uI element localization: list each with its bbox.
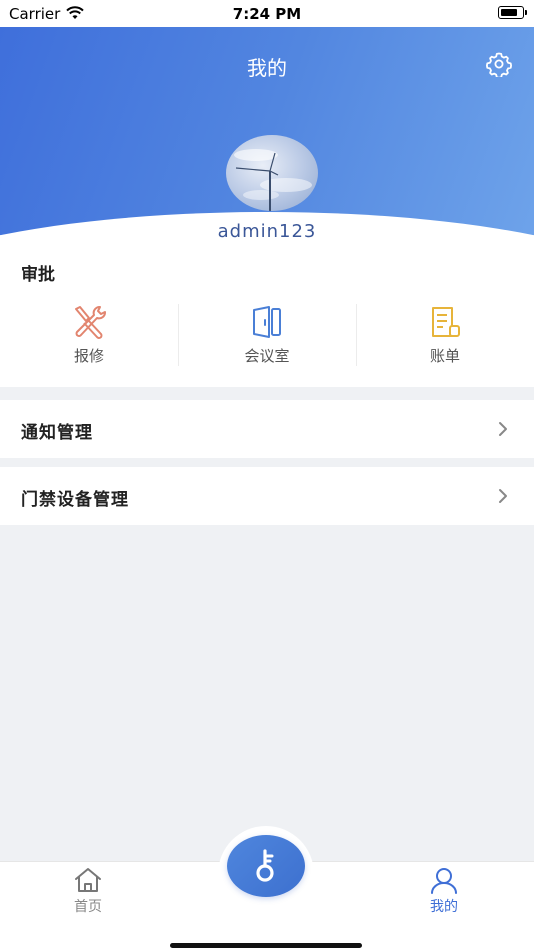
bill-icon [432, 307, 460, 337]
row-label: 门禁设备管理 [21, 490, 129, 510]
repair-item[interactable]: 报修 [0, 302, 178, 368]
meeting-room-item[interactable]: 会议室 [178, 302, 356, 368]
approval-title: 审批 [21, 265, 55, 285]
user-icon [431, 868, 457, 894]
tab-mine[interactable]: 我的 [399, 866, 489, 916]
approval-grid: 报修 会议室 账单 [0, 302, 534, 368]
key-icon [256, 849, 274, 882]
bill-item[interactable]: 账单 [356, 302, 534, 368]
clock: 7:24 PM [232, 5, 302, 23]
battery-icon [498, 6, 527, 19]
chevron-right-icon [499, 489, 507, 503]
tab-home[interactable]: 首页 [43, 866, 133, 916]
approval-section: 审批 报修 会议室 账单 [0, 242, 534, 387]
avatar[interactable] [226, 135, 318, 211]
meeting-room-label: 会议室 [244, 347, 290, 365]
avatar-image [234, 149, 312, 211]
access-control-management-row[interactable]: 门禁设备管理 [0, 467, 534, 525]
tab-mine-label: 我的 [430, 899, 458, 915]
row-label: 通知管理 [21, 423, 93, 443]
bill-label: 账单 [429, 347, 460, 365]
repair-label: 报修 [73, 347, 104, 365]
settings-gear-icon[interactable] [486, 51, 512, 77]
wrench-screwdriver-icon [75, 306, 106, 339]
status-bar: Carrier 7:24 PM [0, 0, 534, 27]
chevron-right-icon [499, 422, 507, 436]
home-indicator [170, 943, 362, 948]
username: admin123 [217, 221, 317, 242]
unlock-key-button[interactable] [227, 835, 305, 897]
tab-home-label: 首页 [74, 899, 102, 915]
door-icon [253, 306, 281, 338]
page-title: 我的 [247, 56, 287, 80]
notification-management-row[interactable]: 通知管理 [0, 400, 534, 458]
home-icon [75, 868, 101, 892]
